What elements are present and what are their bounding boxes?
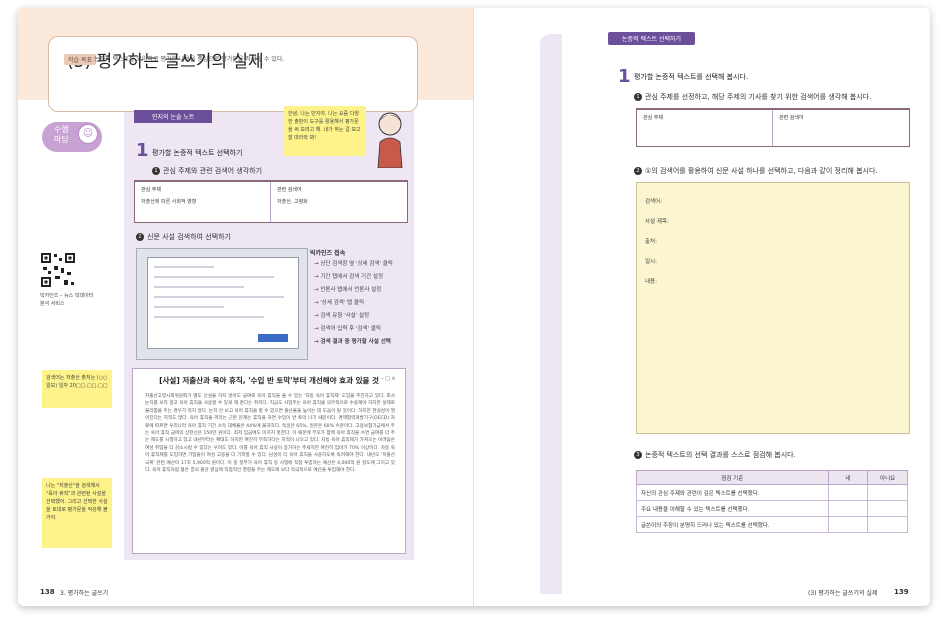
- qr-label: 빅카인즈 – 뉴스 빅데이터 분석 서비스: [40, 293, 94, 307]
- right-question-2: 2 ①의 검색어를 활용하여 신문 사설 하나를 선택하고, 다음과 같이 정리해…: [634, 166, 878, 176]
- field-date: 일시:: [645, 259, 657, 265]
- step-item: → 검색 유형 '사설' 설정: [314, 313, 370, 319]
- step-item: → 기간 탭에서 검색 기간 설정: [314, 274, 384, 280]
- steps-title: 빅카인즈 접속: [310, 250, 346, 257]
- yes-checkbox[interactable]: [827, 484, 869, 501]
- textbook-spread: (3) 평가하는 글쓰기의 실제 학습 목표 논증적 텍스트를 요약하고 평가한…: [18, 8, 930, 606]
- no-checkbox[interactable]: [867, 500, 908, 517]
- right-topic-header: 관심 주제: [643, 115, 663, 121]
- criteria-cell: 글쓴이의 주장이 분명히 드러나 있는 텍스트를 선택했다.: [636, 516, 829, 533]
- title-box: (3) 평가하는 글쓰기의 실제: [48, 36, 418, 112]
- section-number: 1: [136, 140, 149, 161]
- right-question-1-text: 관심 주제를 선정하고, 해당 주제의 기사를 찾기 위한 검색어를 생각해 봅…: [645, 93, 872, 101]
- no-checkbox[interactable]: [867, 484, 908, 501]
- right-question-1: 1 관심 주제를 선정하고, 해당 주제의 기사를 찾기 위한 검색어를 생각해 …: [634, 92, 871, 102]
- right-question-3-text: 논증적 텍스트의 선택 결과를 스스로 점검해 봅시다.: [645, 451, 796, 459]
- page-number-left: 138: [40, 588, 55, 596]
- article-title: [사설] 저출산과 육아 휴직, '수입 반 토막'부터 개선해야 효과 있을 …: [159, 376, 379, 385]
- section-title: 평가할 논증적 텍스트 선택하기: [152, 149, 243, 157]
- sticky-note-choice: 나는 "저출산"을 검색해서 "육아 휴직"과 관련된 사설을 선택했어. 그리…: [42, 478, 112, 548]
- step-item: → 검색 결과 중 평가할 사설 선택: [314, 339, 391, 345]
- right-keyword-cell[interactable]: 관련 검색어: [773, 110, 909, 146]
- right-question-2-text: ①의 검색어를 활용하여 신문 사설 하나를 선택하고, 다음과 같이 정리해 …: [645, 167, 878, 175]
- field-source: 출처:: [645, 239, 657, 245]
- topic-cell: 관심 주제 저출산에 따른 사회적 영향: [135, 182, 271, 222]
- checklist-table: 점검 기준 네 아니요 자신의 관심 주제와 관련이 깊은 텍스트를 선택했다.…: [636, 470, 908, 533]
- keyword-header: 관련 검색어: [277, 187, 302, 193]
- field-title: 사설 제목:: [645, 219, 669, 225]
- right-section-number: 1: [618, 66, 631, 87]
- yes-checkbox[interactable]: [827, 516, 869, 533]
- right-keyword-header: 관련 검색어: [779, 115, 804, 121]
- circle-two-icon: 2: [136, 233, 144, 241]
- page-gutter: [473, 8, 474, 606]
- question-1-text: 관심 주제와 관련 검색어 생각하기: [163, 167, 263, 175]
- question-1: 1 관심 주제와 관련 검색어 생각하기: [152, 166, 262, 176]
- window-controls-icon: – □ ×: [381, 376, 396, 382]
- field-keyword: 검색어:: [645, 199, 663, 205]
- search-screenshot: [136, 248, 308, 360]
- article-body: 저출산고령사회위원회가 별도 신설을 하지 않아도 급여로 육아 휴직을 쓸 수…: [145, 394, 395, 474]
- right-side-tab: [540, 34, 562, 594]
- no-header: 아니요: [867, 470, 908, 485]
- yes-header: 네: [827, 470, 869, 485]
- student-illustration-icon: [370, 108, 410, 169]
- table-row: 자신의 관심 주제와 관련이 깊은 텍스트를 선택했다.: [636, 484, 908, 501]
- sticky-note-search: 검색어는 저출산 출처는 (○○일보) 일자 20□□.□□.□□: [42, 370, 112, 408]
- step-item: → '상세 검색' 탭 클릭: [314, 300, 365, 306]
- goal-badge: 학습 목표: [64, 54, 96, 65]
- right-keyword-table: 관심 주제 관련 검색어: [636, 108, 910, 147]
- sticky-note-intro: 안녕, 나는 민지야. 나는 요즘 다양한 출판이 도구를 활용해서 평가문을 …: [284, 106, 366, 156]
- page-number-right: 139: [894, 588, 909, 596]
- table-row: 주요 내용을 이해할 수 있는 텍스트를 선택했다.: [636, 500, 908, 517]
- criteria-cell: 주요 내용을 이해할 수 있는 텍스트를 선택했다.: [636, 500, 829, 517]
- smile-icon: ☺: [78, 124, 98, 144]
- keyword-cell: 관련 검색어 저출산, 고령화: [271, 182, 407, 222]
- right-tag: 논증적 텍스트 선택하기: [608, 32, 696, 45]
- chapter-label-right: (3) 평가하는 글쓰기의 실제: [808, 590, 878, 597]
- question-2-text: 신문 사설 검색하여 선택하기: [147, 233, 231, 241]
- right-question-3: 3 논증적 텍스트의 선택 결과를 스스로 점검해 봅시다.: [634, 450, 796, 460]
- right-section-title: 평가할 논증적 텍스트를 선택해 봅시다.: [634, 73, 749, 81]
- checklist-header-row: 점검 기준 네 아니요: [636, 470, 908, 485]
- search-dialog: [147, 257, 299, 349]
- circle-two-icon: 2: [634, 167, 642, 175]
- qr-code-icon: [40, 252, 76, 288]
- note-tag: 민지의 논술 노트: [134, 110, 213, 123]
- circle-one-icon: 1: [634, 93, 642, 101]
- keyword-value: 저출산, 고령화: [277, 199, 308, 205]
- keyword-table: 관심 주제 저출산에 따른 사회적 영향 관련 검색어 저출산, 고령화: [134, 180, 408, 223]
- topic-value: 저출산에 따른 사회적 영향: [141, 199, 197, 205]
- criteria-header: 점검 기준: [636, 470, 829, 485]
- topic-header: 관심 주제: [141, 187, 161, 193]
- steps-list: → 상단 검색창 옆 '상세 검색' 클릭 → 기간 탭에서 검색 기간 설정 …: [314, 258, 393, 349]
- circle-three-icon: 3: [634, 451, 642, 459]
- practice-badge-label: 수행 마당: [54, 125, 69, 144]
- editorial-article: [사설] 저출산과 육아 휴직, '수입 반 토막'부터 개선해야 효과 있을 …: [132, 368, 406, 554]
- step-item: → 검색어 입력 후 '검색' 클릭: [314, 326, 381, 332]
- circle-one-icon: 1: [152, 167, 160, 175]
- field-content: 내용:: [645, 279, 657, 285]
- table-row: 글쓴이의 주장이 분명히 드러나 있는 텍스트를 선택했다.: [636, 516, 908, 533]
- question-2: 2 신문 사설 검색하여 선택하기: [136, 232, 231, 242]
- right-topic-cell[interactable]: 관심 주제: [637, 110, 773, 146]
- no-checkbox[interactable]: [867, 516, 908, 533]
- step-item: → 상단 검색창 옆 '상세 검색' 클릭: [314, 261, 393, 267]
- chapter-label-left: 3. 평가하는 글쓰기: [60, 590, 109, 597]
- criteria-cell: 자신의 관심 주제와 관련이 깊은 텍스트를 선택했다.: [636, 484, 829, 501]
- yes-checkbox[interactable]: [827, 500, 869, 517]
- goal-text: 논증적 텍스트를 요약하고 평가한 내용을 중심으로 평가문을 작성할 수 있다…: [94, 56, 285, 63]
- editorial-summary-box[interactable]: 검색어: 사설 제목: 출처: 일시: 내용:: [636, 182, 910, 434]
- step-item: → 언론사 탭에서 언론사 설정: [314, 287, 382, 293]
